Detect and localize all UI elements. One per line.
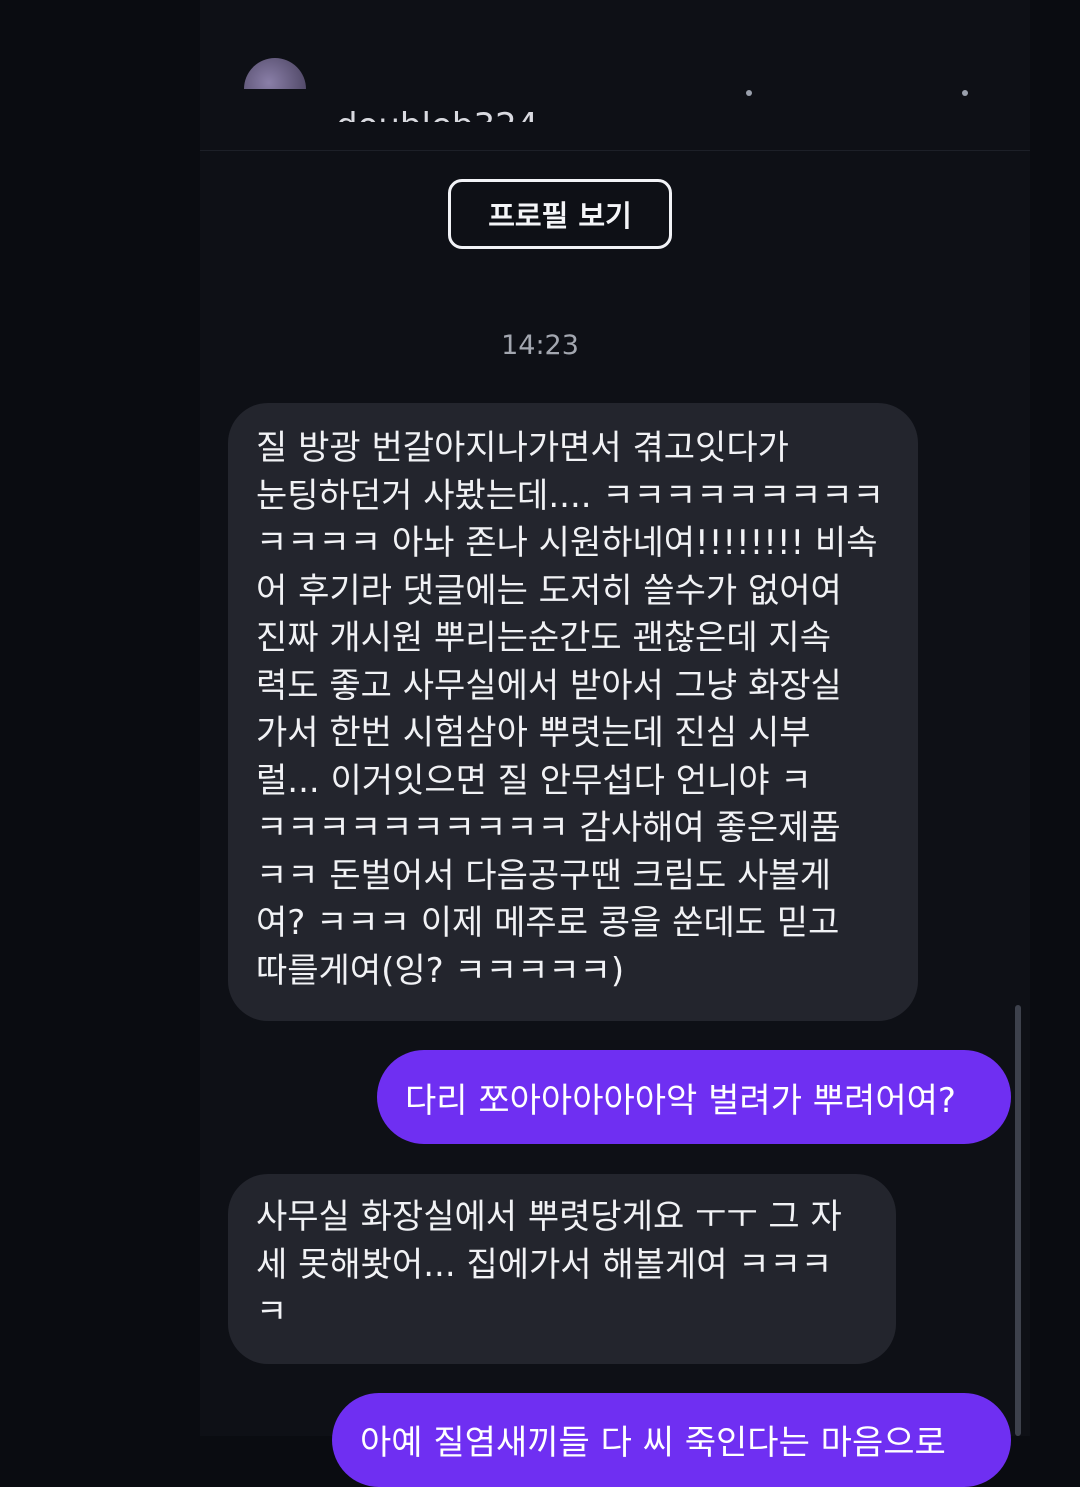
- message-line: 진짜 개시원 뿌리는순간도 괜찮은데 지속: [256, 618, 831, 658]
- message-line: ㅋ: [256, 1292, 288, 1332]
- avatar[interactable]: [244, 58, 306, 89]
- view-profile-button[interactable]: 프로필 보기: [448, 179, 672, 249]
- message-line: ㅋㅋㅋㅋ 아놔 존나 시원하네여!!!!!!!! 비속: [256, 523, 878, 563]
- message-line: 눈팅하던거 사봤는데.... ㅋㅋㅋㅋㅋㅋㅋㅋㅋ: [256, 475, 884, 516]
- message-line: ㅋㅋㅋㅋㅋㅋㅋㅋㅋㅋ 감사해여 좋은제품: [256, 808, 841, 848]
- message-line: ㅋㅋ 돈벌어서 다음공구땐 크림도 사볼게: [256, 855, 831, 896]
- username[interactable]: doubleb324: [336, 96, 538, 122]
- chat-header: doubleb324: [200, 0, 1030, 151]
- message-line: 가서 한번 시험삼아 뿌렷는데 진심 시부: [256, 713, 811, 753]
- message-text: 아예 질염새끼들 다 씨 죽인다는 마음으로: [360, 1423, 946, 1463]
- message-line: 세 못해봣어... 집에가서 해볼게여 ㅋㅋㅋ: [256, 1244, 833, 1285]
- message-text: 다리 쪼아아아아아악 벌려가 뿌려어여?: [405, 1080, 956, 1121]
- message-line: 력도 좋고 사무실에서 받아서 그냥 화장실: [256, 665, 842, 706]
- outgoing-message[interactable]: 아예 질염새끼들 다 씨 죽인다는 마음으로: [332, 1393, 1011, 1487]
- message-line: 어 후기라 댓글에는 도저히 쓸수가 없어여: [256, 570, 842, 611]
- message-line: 따를게여(잉? ㅋㅋㅋㅋㅋ): [256, 950, 625, 991]
- scrollbar[interactable]: [1015, 1005, 1021, 1436]
- message-line: 사무실 화장실에서 뿌렷당게요 ㅜㅜ 그 자: [256, 1197, 842, 1237]
- message-line: 여? ㅋㅋㅋ 이제 메주로 콩을 쑨데도 믿고: [256, 903, 840, 943]
- message-line: 럴... 이거잇으면 질 안무섭다 언니야 ㅋ: [256, 760, 812, 801]
- incoming-message[interactable]: 질 방광 번갈아지나가면서 겪고잇다가 눈팅하던거 사봤는데.... ㅋㅋㅋㅋㅋ…: [228, 403, 918, 1021]
- header-icon[interactable]: [746, 90, 752, 96]
- header-icon[interactable]: [962, 90, 968, 96]
- outgoing-message[interactable]: 다리 쪼아아아아아악 벌려가 뿌려어여?: [377, 1050, 1011, 1144]
- message-timestamp: 14:23: [501, 330, 579, 361]
- message-line: 질 방광 번갈아지나가면서 겪고잇다가: [256, 428, 789, 468]
- incoming-message[interactable]: 사무실 화장실에서 뿌렷당게요 ㅜㅜ 그 자 세 못해봣어... 집에가서 해볼…: [228, 1174, 896, 1364]
